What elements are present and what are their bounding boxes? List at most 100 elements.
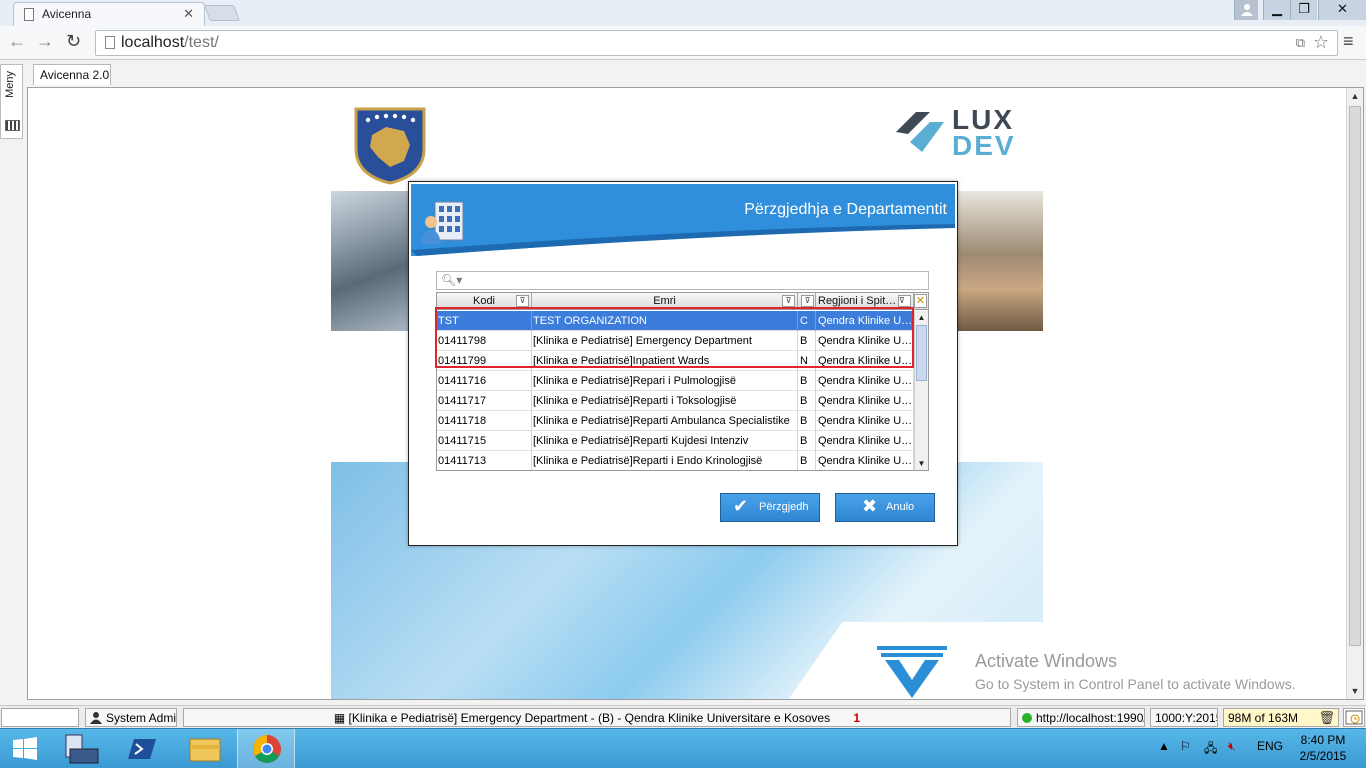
cell-kodi: 01411713 <box>437 451 532 470</box>
url-text: localhost/test/ <box>121 34 219 52</box>
url-path: /test/ <box>184 34 219 51</box>
cell-kodi: 01411715 <box>437 431 532 451</box>
trash-icon[interactable]: 🗑︎ <box>1318 710 1335 726</box>
windows-taskbar: ▲ ⚐ 🖧︎ 🔇︎ ENG 8:40 PM 2/5/2015 <box>0 728 1366 768</box>
v-logo-icon <box>877 646 947 698</box>
url-host: localhost <box>121 34 185 51</box>
brand-dev: DEV <box>952 130 1016 161</box>
filter-icon[interactable]: ⊽ <box>898 295 911 307</box>
selection-highlight-box <box>435 307 914 368</box>
app-statusbar: System Admin ▦ [Klinika e Pediatrisë] Em… <box>0 705 1366 728</box>
cell-regjioni: Qendra Klinike U… <box>816 451 914 470</box>
content-scrollbar[interactable]: ▲ ▼ <box>1346 88 1363 699</box>
new-tab-button[interactable] <box>204 5 240 21</box>
user-icon <box>1241 4 1253 16</box>
table-row[interactable]: 01411718 [Klinika e Pediatrisë]Reparti A… <box>437 411 914 431</box>
department-icon: ▦ <box>333 711 349 725</box>
scroll-up-icon[interactable]: ▲ <box>915 311 928 324</box>
chrome-icon <box>253 735 281 763</box>
minimize-button[interactable]: ▁ <box>1263 0 1290 20</box>
bookmark-star-icon[interactable]: ☆ <box>1313 32 1329 53</box>
status-memory: 98M of 163M 🗑︎ <box>1223 708 1339 727</box>
scroll-up-icon[interactable]: ▲ <box>1347 88 1363 104</box>
filter-icon[interactable]: ⊽ <box>782 295 795 307</box>
action-center-flag-icon[interactable]: ⚐ <box>1180 739 1191 753</box>
scroll-down-icon[interactable]: ▼ <box>915 457 928 470</box>
cancel-button[interactable]: ✖ Anulo <box>835 493 935 522</box>
filter-icon[interactable]: ⊽ <box>801 295 814 307</box>
address-bar[interactable]: localhost/test/ ⧉ ☆ <box>95 30 1338 56</box>
dialog-header-content: Përzgjedhja e Departamentit <box>411 184 955 256</box>
cell-regjioni: Qendra Klinike U… <box>816 431 914 451</box>
select-button[interactable]: ✔ Përzgjedh <box>720 493 820 522</box>
profile-button[interactable] <box>1234 0 1258 20</box>
kosovo-emblem-icon <box>354 107 426 185</box>
cell-type: B <box>798 411 816 431</box>
maximize-button[interactable]: ❐ <box>1290 0 1317 20</box>
status-memory-text: 98M of 163M <box>1228 711 1299 725</box>
cell-emri: [Klinika e Pediatrisë]Reparti i Endo Kri… <box>532 451 798 470</box>
column-header-label: Regjioni i Spit… <box>818 295 897 307</box>
taskbar-powershell[interactable] <box>114 729 172 768</box>
grid-scrollbar[interactable]: ▲ ▼ <box>914 311 928 470</box>
scroll-thumb[interactable] <box>916 325 927 381</box>
clock-icon <box>1345 710 1363 725</box>
filter-icon[interactable]: ⊽ <box>516 295 529 307</box>
start-button[interactable] <box>0 729 50 768</box>
taskbar-explorer[interactable] <box>176 729 234 768</box>
hospital-building-icon <box>421 201 464 244</box>
tab-title: Avicenna <box>42 7 92 21</box>
page-icon <box>24 8 34 21</box>
column-header-label: Emri <box>653 295 676 307</box>
cell-kodi: 01411718 <box>437 411 532 431</box>
app-tab[interactable]: Avicenna 2.0 <box>33 64 111 85</box>
status-user[interactable]: System Admin <box>85 708 177 727</box>
reload-icon[interactable]: ↻ <box>66 31 81 52</box>
cell-kodi: 01411717 <box>437 391 532 411</box>
taskbar-chrome[interactable] <box>237 729 295 768</box>
clear-filter-icon[interactable]: ✕ <box>914 294 927 308</box>
tray-expand-icon[interactable]: ▲ <box>1158 739 1170 753</box>
cell-emri: [Klinika e Pediatrisë]Repari i Pulmologj… <box>532 371 798 391</box>
back-arrow-icon[interactable]: ← <box>8 31 26 52</box>
table-row[interactable]: 01411717 [Klinika e Pediatrisë]Reparti i… <box>437 391 914 411</box>
cell-type: B <box>798 451 816 470</box>
table-row[interactable]: 01411716 [Klinika e Pediatrisë]Repari i … <box>437 371 914 391</box>
cell-emri: [Klinika e Pediatrisë]Reparti i Toksolog… <box>532 391 798 411</box>
forward-arrow-icon[interactable]: → <box>36 31 54 52</box>
chart-icon[interactable] <box>5 120 20 131</box>
windows-logo-icon <box>13 737 37 760</box>
close-window-button[interactable]: ✕ <box>1318 0 1366 20</box>
side-menu[interactable]: Meny <box>0 64 23 139</box>
translate-icon[interactable]: ⧉ <box>1296 35 1305 51</box>
browser-tab[interactable]: Avicenna ✕ <box>13 2 205 26</box>
scroll-down-icon[interactable]: ▼ <box>1347 683 1363 699</box>
table-row[interactable]: 01411715 [Klinika e Pediatrisë]Reparti K… <box>437 431 914 451</box>
volume-muted-icon[interactable]: 🔇︎ <box>1228 739 1236 754</box>
scroll-thumb[interactable] <box>1349 106 1361 646</box>
network-icon[interactable]: 🖧︎ <box>1204 739 1217 760</box>
search-icon: 🔍︎▾ <box>441 273 463 287</box>
alert-count[interactable]: 1 <box>853 711 860 725</box>
activation-watermark-title: Activate Windows <box>975 651 1118 671</box>
chrome-menu-icon[interactable]: ≡ <box>1343 31 1354 52</box>
screen: Avicenna ✕ ▁ ❐ ✕ ← → ↻ localhost/test/ ⧉… <box>0 0 1366 768</box>
status-position: 1000:Y:2015 <box>1150 708 1218 727</box>
cell-type: B <box>798 371 816 391</box>
tab-close-icon[interactable]: ✕ <box>183 6 194 22</box>
input-language[interactable]: ENG <box>1257 739 1283 753</box>
status-clock-button[interactable] <box>1343 708 1365 727</box>
column-header-label: Kodi <box>472 295 496 307</box>
status-input[interactable] <box>1 708 79 727</box>
cell-regjioni: Qendra Klinike U… <box>816 391 914 411</box>
clock-date: 2/5/2015 <box>1299 749 1347 763</box>
taskbar-server-manager[interactable] <box>56 729 114 768</box>
search-input[interactable]: 🔍︎▾ <box>436 271 929 290</box>
taskbar-clock[interactable]: 8:40 PM 2/5/2015 <box>1290 732 1356 764</box>
cell-regjioni: Qendra Klinike U… <box>816 371 914 391</box>
page-icon <box>105 36 115 49</box>
cell-regjioni: Qendra Klinike U… <box>816 411 914 431</box>
side-menu-label: Meny <box>4 71 16 98</box>
luxdev-logo: LUX DEV <box>890 104 1020 162</box>
table-row[interactable]: 01411713 [Klinika e Pediatrisë]Reparti i… <box>437 451 914 470</box>
